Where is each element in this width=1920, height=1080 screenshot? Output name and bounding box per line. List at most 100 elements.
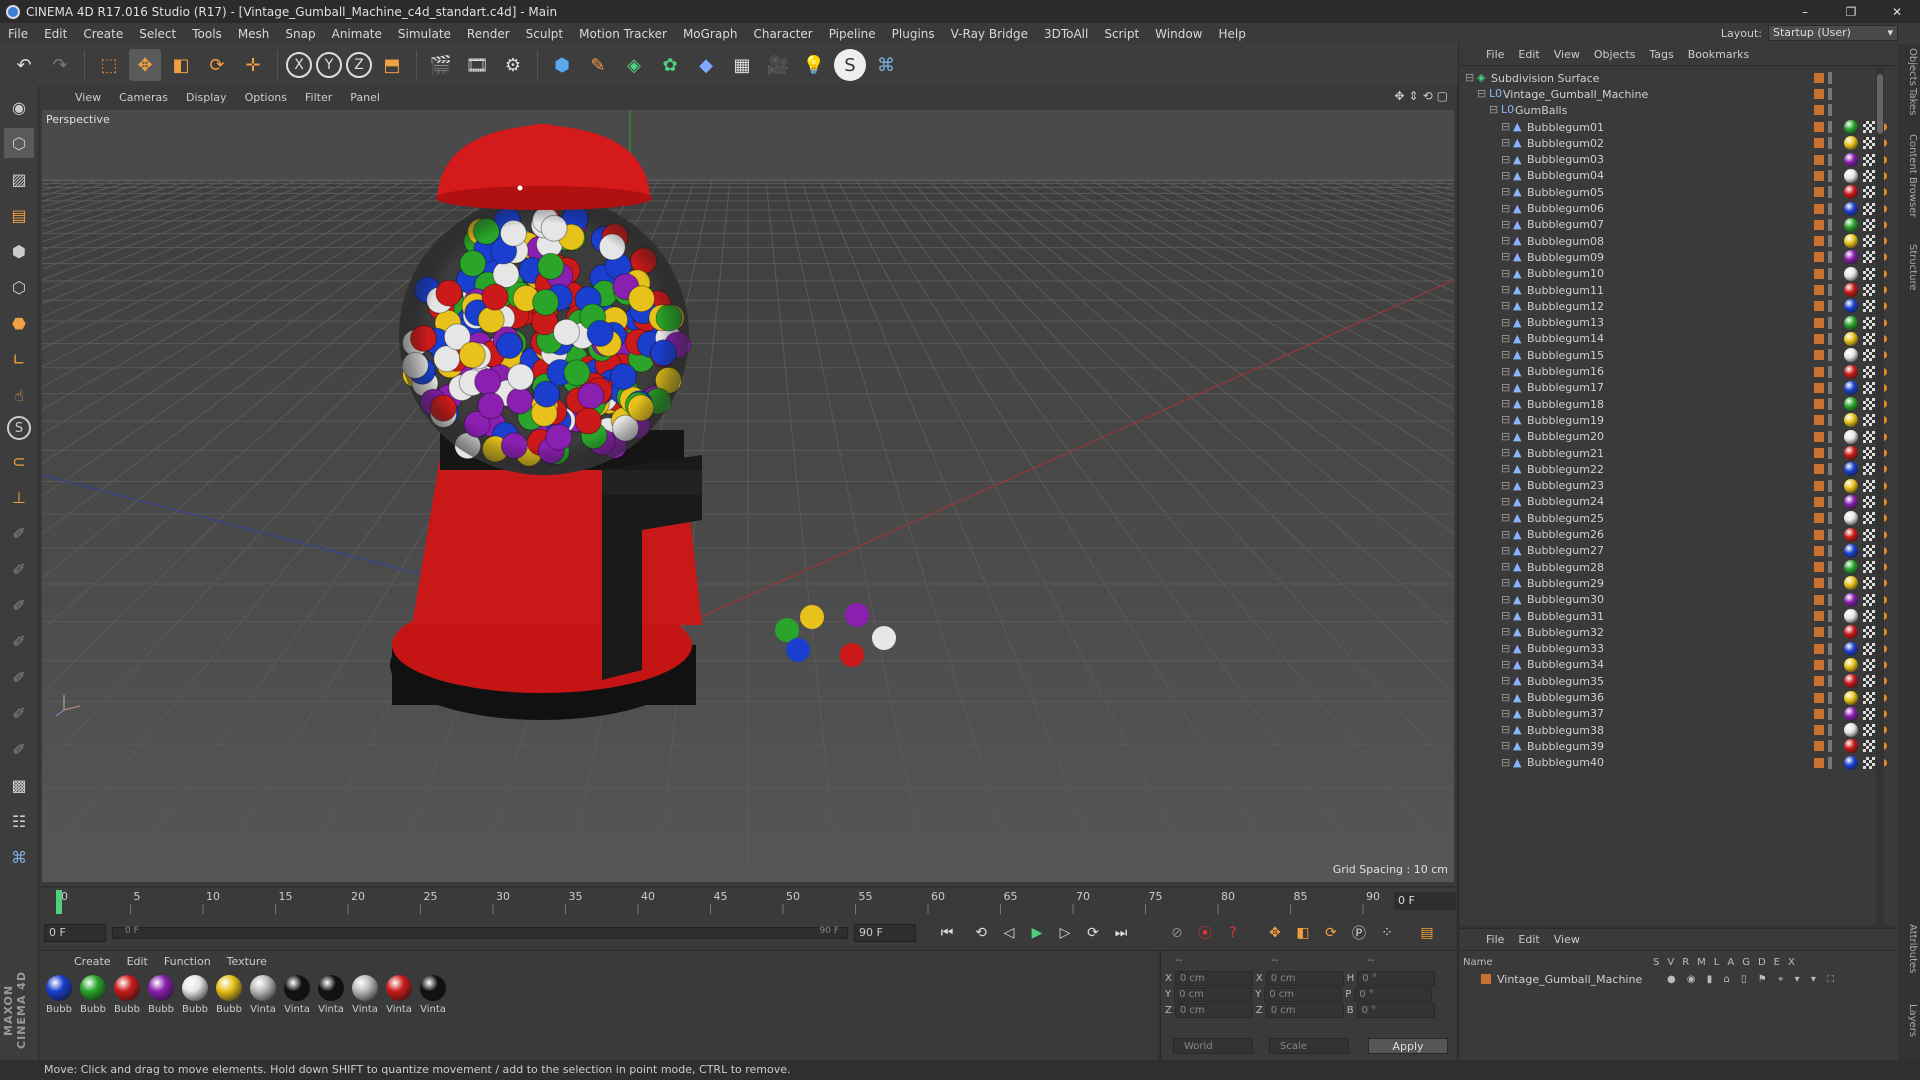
visibility-dots-icon[interactable] <box>1828 724 1832 737</box>
right-tab-attributes[interactable]: Attributes <box>1902 924 1918 973</box>
material-swatch[interactable]: Bubb <box>180 975 210 1015</box>
texture-tag-icon[interactable] <box>1863 430 1875 443</box>
material-tag-icon[interactable] <box>1844 527 1858 542</box>
visibility-dots-icon[interactable] <box>1828 316 1832 329</box>
visibility-dots-icon[interactable] <box>1828 398 1832 411</box>
texture-tag-icon[interactable] <box>1863 463 1875 476</box>
texture-tag-icon[interactable] <box>1863 610 1875 622</box>
layer-color-swatch[interactable] <box>1814 692 1824 703</box>
expand-icon[interactable]: ⊟ <box>1501 626 1513 638</box>
material-tag-icon[interactable] <box>1844 315 1858 330</box>
expand-icon[interactable]: ⊟ <box>1501 707 1513 720</box>
apply-button[interactable]: Apply <box>1368 1038 1448 1054</box>
right-tab-structure[interactable]: Structure <box>1902 244 1918 291</box>
texture-tag-icon[interactable] <box>1863 626 1875 639</box>
menu-v-ray-bridge[interactable]: V-Ray Bridge <box>943 27 1036 41</box>
object-menu-file[interactable]: File <box>1479 48 1511 61</box>
material-swatch[interactable]: Vinta <box>248 975 278 1015</box>
texture-tag-icon[interactable] <box>1863 642 1875 655</box>
layer-color-swatch[interactable] <box>1814 448 1824 458</box>
material-tag-icon[interactable] <box>1844 120 1858 134</box>
tweak-mode-icon[interactable]: ☝ <box>4 380 34 410</box>
menu-mograph[interactable]: MoGraph <box>675 27 746 41</box>
visibility-dots-icon[interactable] <box>1828 365 1832 378</box>
maximize-button[interactable]: ❐ <box>1828 0 1874 23</box>
expand-icon[interactable]: ⊟ <box>1501 512 1513 524</box>
z-axis-lock-icon[interactable]: Z <box>346 52 372 78</box>
visibility-dots-icon[interactable] <box>1828 235 1832 248</box>
material-tag-icon[interactable] <box>1844 576 1858 591</box>
texture-tag-icon[interactable] <box>1863 153 1875 166</box>
layer-color-swatch[interactable] <box>1814 154 1824 165</box>
render-view-icon[interactable]: 🎬 <box>425 49 457 81</box>
texture-tag-icon[interactable] <box>1863 707 1875 720</box>
expand-icon[interactable]: ⊟ <box>1501 121 1513 133</box>
layer-color-swatch[interactable] <box>1814 252 1824 263</box>
material-menu-create[interactable]: Create <box>66 955 119 968</box>
texture-tag-icon[interactable] <box>1863 724 1875 737</box>
deformer-icon[interactable]: ◆ <box>690 49 722 81</box>
polygons-mode-icon[interactable]: ⬣ <box>4 308 34 338</box>
layer-color-swatch[interactable] <box>1814 105 1824 115</box>
menu-pipeline[interactable]: Pipeline <box>821 27 884 41</box>
viewport-menu-panel[interactable]: Panel <box>341 91 389 104</box>
workplane-mode-icon[interactable]: ▤ <box>4 200 34 230</box>
visibility-dots-icon[interactable] <box>1828 577 1832 590</box>
render-settings-icon[interactable]: ⚙ <box>497 49 529 81</box>
material-swatch[interactable]: Vinta <box>316 975 346 1015</box>
camera-icon[interactable]: 🎥 <box>762 49 794 81</box>
material-swatch[interactable]: Vinta <box>282 975 312 1015</box>
layer-color-swatch[interactable] <box>1814 122 1824 132</box>
material-tag-icon[interactable] <box>1844 250 1858 265</box>
make-editable-icon[interactable]: ◉ <box>4 92 34 122</box>
texture-tag-icon[interactable] <box>1863 332 1875 345</box>
expand-icon[interactable]: ⊟ <box>1501 593 1513 606</box>
playhead[interactable] <box>56 890 62 914</box>
visibility-dots-icon[interactable] <box>1828 88 1832 100</box>
visibility-dots-icon[interactable] <box>1828 251 1832 264</box>
menu-select[interactable]: Select <box>131 27 184 41</box>
expand-icon[interactable]: ⊟ <box>1501 447 1513 459</box>
layer-color-swatch[interactable] <box>1814 513 1824 524</box>
paint-tool-icon[interactable]: ▩ <box>4 770 34 800</box>
layer-color-swatch[interactable] <box>1814 89 1824 99</box>
texture-tag-icon[interactable] <box>1863 675 1875 688</box>
brush-1-icon[interactable]: ✐ <box>4 518 34 548</box>
texture-tag-icon[interactable] <box>1863 365 1875 378</box>
model-mode-icon[interactable]: ⬡ <box>4 128 34 158</box>
texture-tag-icon[interactable] <box>1863 577 1875 590</box>
texture-mode-icon[interactable]: ▨ <box>4 164 34 194</box>
camera-label[interactable]: Perspective <box>46 113 110 126</box>
material-menu-function[interactable]: Function <box>156 955 219 968</box>
next-frame-icon[interactable]: ▷ <box>1052 920 1078 946</box>
expand-icon[interactable]: ⊟ <box>1501 430 1513 443</box>
material-tag-icon[interactable] <box>1844 266 1858 281</box>
visibility-dots-icon[interactable] <box>1828 756 1832 769</box>
texture-tag-icon[interactable] <box>1863 202 1875 215</box>
expand-icon[interactable]: ⊟ <box>1501 381 1513 394</box>
texture-tag-icon[interactable] <box>1863 316 1875 329</box>
layer-row[interactable]: Vintage_Gumball_Machine ● ◉ ▮ ⌂ ▯ ⚑ ⌖ ▾ … <box>1481 971 1881 987</box>
key-position-icon[interactable]: ✥ <box>1262 920 1288 946</box>
coord-value-field[interactable]: 0 ° <box>1356 1003 1435 1018</box>
texture-tag-icon[interactable] <box>1863 561 1875 574</box>
visibility-dots-icon[interactable] <box>1828 675 1832 688</box>
material-tag-icon[interactable] <box>1844 723 1858 738</box>
menu-render[interactable]: Render <box>459 27 518 41</box>
coord-scale-dropdown[interactable]: Scale <box>1269 1038 1349 1054</box>
scale-tool-icon[interactable]: ◧ <box>165 49 197 81</box>
spline-pen-icon[interactable]: ✎ <box>582 49 614 81</box>
layer-menu-edit[interactable]: Edit <box>1511 933 1546 946</box>
pan-icon[interactable]: ✥ <box>1394 89 1404 103</box>
material-tag-icon[interactable] <box>1844 690 1858 705</box>
visibility-dots-icon[interactable] <box>1828 202 1832 215</box>
menu-plugins[interactable]: Plugins <box>884 27 943 41</box>
visibility-dots-icon[interactable] <box>1828 658 1832 671</box>
expand-icon[interactable]: ⊟ <box>1501 675 1513 687</box>
visibility-dots-icon[interactable] <box>1828 642 1832 655</box>
visibility-dots-icon[interactable] <box>1828 72 1832 84</box>
orbit-icon[interactable]: ⟲ <box>1423 89 1433 103</box>
range-slider[interactable]: 0 F 90 F <box>112 926 848 939</box>
texture-tag-icon[interactable] <box>1863 121 1875 133</box>
layer-color-swatch[interactable] <box>1814 643 1824 654</box>
